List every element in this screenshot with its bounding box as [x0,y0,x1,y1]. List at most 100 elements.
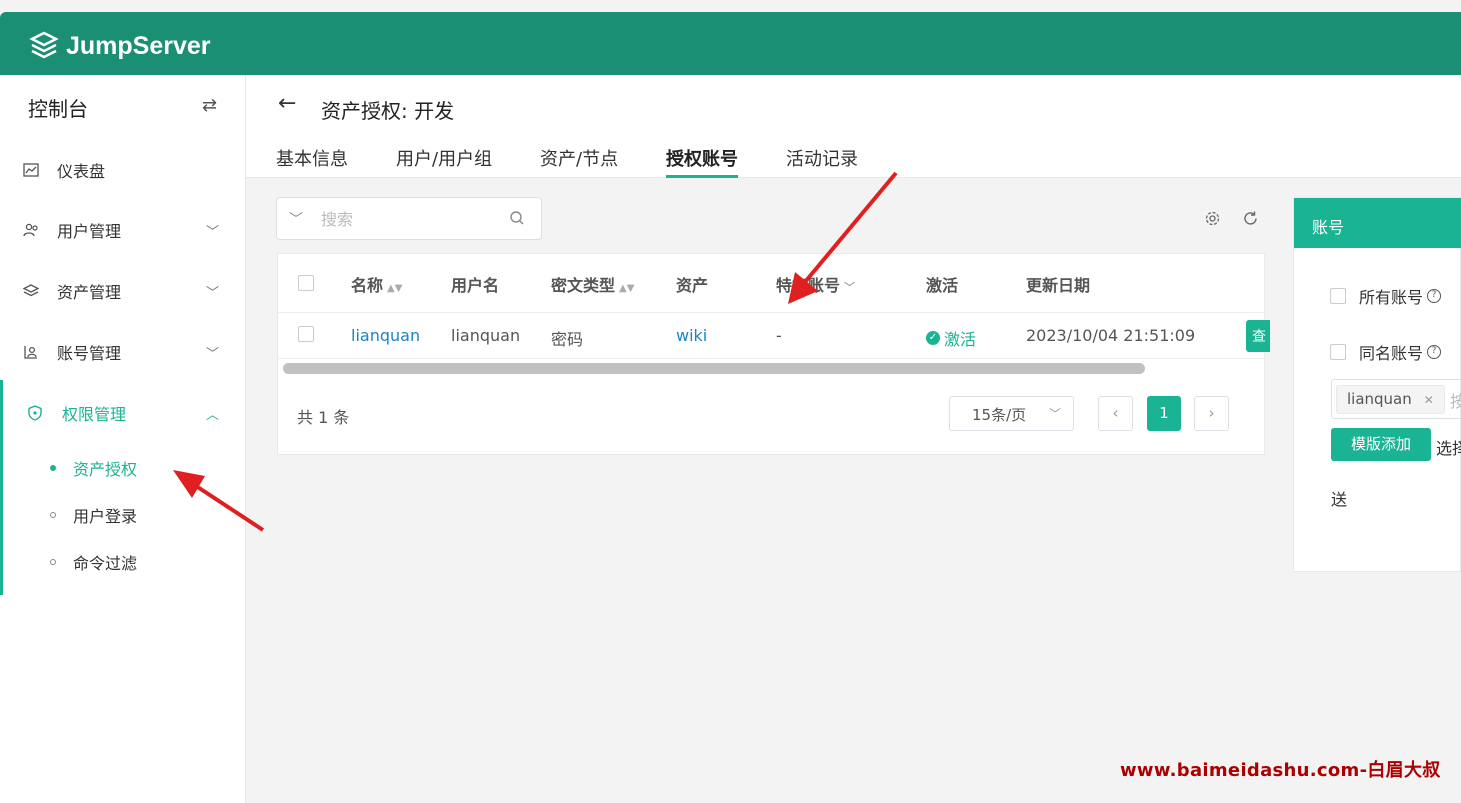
brand-logo[interactable]: JumpServer [28,30,211,62]
next-page-button[interactable]: › [1194,396,1229,431]
template-add-button[interactable]: 模版添加 [1331,428,1431,461]
tab-users[interactable]: 用户/用户组 [396,145,492,178]
shield-icon [26,404,44,422]
same-name-option[interactable]: 同名账号 ? [1330,340,1442,364]
close-icon[interactable]: ✕ [1424,393,1434,407]
sidebar-subitem-label: 用户登录 [73,507,138,526]
bullet-icon [50,512,56,518]
chevron-up-icon: ︿ [206,407,220,423]
page-header: ← 资产授权: 开发 基本信息 用户/用户组 资产/节点 授权账号 活动记录 [246,75,1461,178]
tab-assets[interactable]: 资产/节点 [540,145,618,178]
tag-input-placeholder: 按 [1450,392,1461,411]
chart-icon [22,161,40,179]
refresh-icon[interactable] [1242,210,1259,231]
horizontal-scrollbar[interactable] [283,363,1145,374]
cell-privileged: - [776,326,782,345]
sidebar-subitem-command-filter[interactable]: 命令过滤 [50,550,137,574]
page-size-select[interactable]: 15条/页 ﹀ [949,396,1074,431]
account-icon [22,343,40,361]
row-checkbox[interactable] [298,326,314,342]
account-tag: lianquan ✕ [1336,385,1445,414]
all-accounts-checkbox[interactable] [1330,288,1346,304]
all-accounts-option[interactable]: 所有账号 ? [1330,284,1442,308]
sidebar-item-dashboard[interactable]: 仪表盘 [0,150,245,190]
bullet-icon [50,465,56,471]
search-box: ﹀ [276,197,542,240]
sidebar-subitem-asset-permission[interactable]: 资产授权 [50,456,137,480]
select-all-checkbox[interactable] [298,275,314,291]
column-header-active: 激活 [926,276,959,295]
search-input[interactable] [321,206,501,232]
send-label: 送 [1331,490,1348,509]
column-header-privileged[interactable]: 特权账号 ﹀ [776,272,855,296]
help-icon[interactable]: ? [1427,289,1442,303]
cell-name-link[interactable]: lianquan [351,326,420,345]
accounts-table: 名称 ▲▼ 用户名 密文类型 ▲▼ 资产 特权账号 ﹀ 激活 更新日期 lianqua… [277,253,1270,455]
view-button[interactable]: 查 [1246,320,1270,352]
account-panel: 账号 所有账号 ? 同名账号 ? lianquan ✕ 按 模版添加 选择 送 [1293,197,1461,572]
total-count: 共 1 条 [297,408,350,427]
sidebar-item-permissions[interactable]: 权限管理 ︿ [0,393,245,433]
tab-accounts[interactable]: 授权账号 [666,145,738,178]
top-bar: JumpServer [0,12,1461,75]
column-header-updated: 更新日期 [1026,276,1091,295]
chevron-down-icon: ﹀ [1048,407,1061,421]
switch-view-icon[interactable]: ⇄ [202,95,217,116]
watermark: www.baimeidashu.com-白眉大叔 [1120,760,1441,781]
sidebar-item-users[interactable]: 用户管理 ﹀ [0,210,245,250]
tab-activity[interactable]: 活动记录 [786,145,858,178]
panel-title: 账号 [1294,198,1461,248]
sidebar: 控制台 ⇄ 仪表盘 用户管理 ﹀ 资产管理 ﹀ 账号管理 ﹀ 权限管理 ︿ 资产… [0,75,246,803]
chevron-down-icon: ﹀ [206,224,220,240]
sidebar-item-accounts[interactable]: 账号管理 ﹀ [0,332,245,372]
sidebar-subitem-login[interactable]: 用户登录 [50,503,137,527]
column-header-asset: 资产 [676,276,709,295]
cell-secret-type: 密码 [551,330,584,349]
help-icon[interactable]: ? [1427,345,1442,359]
prev-page-button[interactable]: ‹ [1098,396,1133,431]
sidebar-subitem-label: 命令过滤 [73,554,138,573]
same-name-checkbox[interactable] [1330,344,1346,360]
filter-chevron-icon[interactable]: ﹀ [844,281,855,294]
status-label: 激活 [944,330,977,349]
tag-label: lianquan [1347,390,1412,408]
console-title: 控制台 [28,97,88,121]
search-icon[interactable] [509,210,525,230]
cell-asset-link[interactable]: wiki [676,326,707,345]
sidebar-item-label: 用户管理 [57,222,122,241]
tab-basic-info[interactable]: 基本信息 [276,145,348,178]
sidebar-item-label: 资产管理 [57,283,122,302]
sidebar-item-label: 账号管理 [57,344,122,363]
cell-updated: 2023/10/04 21:51:09 [1026,326,1196,345]
chevron-down-icon[interactable]: ﹀ [289,209,303,229]
check-circle-icon: ✓ [926,331,940,345]
back-arrow-icon[interactable]: ← [278,91,296,116]
column-header-name[interactable]: 名称 ▲▼ [351,272,402,296]
option-label: 同名账号 [1359,344,1424,363]
status-badge: ✓ 激活 [926,326,976,350]
divider [278,358,1266,359]
sort-icon[interactable]: ▲▼ [619,283,634,294]
choose-label[interactable]: 选择 [1436,435,1461,459]
page-size-value: 15条/页 [972,406,1027,424]
jumpserver-logo-icon [29,31,59,59]
brand-name: JumpServer [66,31,211,60]
bullet-icon [50,559,56,565]
column-label: 名称 [351,276,384,295]
sidebar-item-label: 权限管理 [62,405,127,424]
account-tag-input[interactable]: lianquan ✕ 按 [1331,379,1461,419]
column-label: 密文类型 [551,276,616,295]
sidebar-item-assets[interactable]: 资产管理 ﹀ [0,271,245,311]
cell-username: lianquan [451,326,521,345]
page-title: 资产授权: 开发 [321,99,455,123]
sort-icon[interactable]: ▲▼ [387,283,402,294]
layers-icon [22,282,40,300]
gear-icon[interactable] [1204,210,1221,231]
chevron-down-icon: ﹀ [206,285,220,301]
page-number-button[interactable]: 1 [1147,396,1181,431]
column-header-username: 用户名 [451,276,500,295]
users-icon [22,221,40,239]
sidebar-subitem-label: 资产授权 [73,460,138,479]
divider [278,312,1266,313]
column-header-secret-type[interactable]: 密文类型 ▲▼ [551,272,634,296]
